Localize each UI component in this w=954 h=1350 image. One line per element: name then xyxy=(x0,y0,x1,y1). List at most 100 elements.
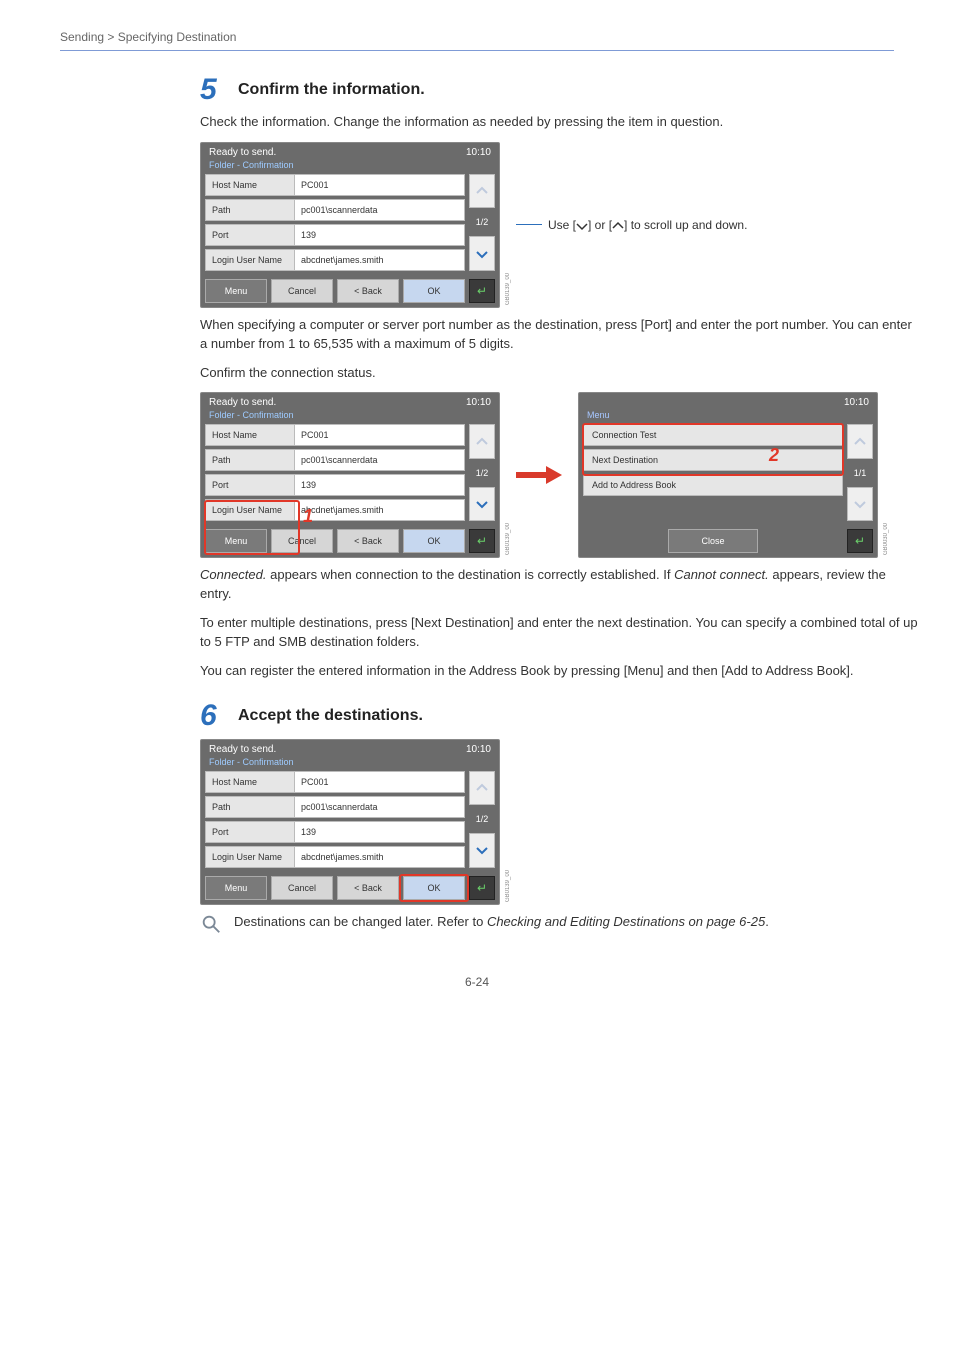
port-value: 139 xyxy=(295,821,465,843)
login-label: Login User Name xyxy=(205,499,295,521)
step-number-5: 5 xyxy=(200,75,226,105)
path-value: pc001\scannerdata xyxy=(295,449,465,471)
scroll-up-button[interactable] xyxy=(847,424,873,459)
field-row-path[interactable]: Path pc001\scannerdata xyxy=(205,199,465,221)
menu-item-connection-test[interactable]: Connection Test xyxy=(583,424,843,446)
spacer xyxy=(583,499,843,521)
chevron-down-icon xyxy=(476,498,488,510)
back-button[interactable]: < Back xyxy=(337,279,399,303)
port-label: Port xyxy=(205,224,295,246)
step6-title: Accept the destinations. xyxy=(238,701,423,725)
path-label: Path xyxy=(205,449,295,471)
cancel-button[interactable]: Cancel xyxy=(271,876,333,900)
scroll-down-button[interactable] xyxy=(469,487,495,522)
graphic-code: GB0030_00 xyxy=(883,523,889,555)
port-label: Port xyxy=(205,821,295,843)
menu-button[interactable]: Menu xyxy=(205,529,267,553)
panel-status: Ready to send. xyxy=(209,744,276,755)
ok-button[interactable]: OK xyxy=(403,876,465,900)
chevron-down-icon xyxy=(854,498,866,510)
scroll-up-button[interactable] xyxy=(469,424,495,459)
spacer xyxy=(583,529,664,553)
path-label: Path xyxy=(205,199,295,221)
enter-icon: ↵ xyxy=(477,284,487,298)
enter-button[interactable]: ↵ xyxy=(469,876,495,900)
chevron-up-icon xyxy=(612,220,624,232)
spacer xyxy=(762,529,843,553)
folder-confirmation-panel-3: Ready to send. 10:10 Folder - Confirmati… xyxy=(200,739,500,905)
menu-item-next-destination[interactable]: Next Destination xyxy=(583,449,843,471)
step6-note: Destinations can be changed later. Refer… xyxy=(234,913,769,932)
field-row-host[interactable]: Host Name PC001 xyxy=(205,424,465,446)
connected-note: Connected. appears when connection to th… xyxy=(200,566,920,604)
ok-button[interactable]: OK xyxy=(403,529,465,553)
close-button[interactable]: Close xyxy=(668,529,758,553)
folder-confirmation-panel-2: Ready to send. 10:10 Folder - Confirmati… xyxy=(200,392,500,558)
chevron-up-icon xyxy=(476,436,488,448)
panel-subtitle: Folder - Confirmation xyxy=(201,160,499,174)
field-row-login[interactable]: Login User Name abcdnet\james.smith xyxy=(205,499,465,521)
login-value: abcdnet\james.smith xyxy=(295,846,465,868)
scroll-down-button[interactable] xyxy=(847,487,873,522)
field-row-login[interactable]: Login User Name abcdnet\james.smith xyxy=(205,249,465,271)
host-name-value: PC001 xyxy=(295,174,465,196)
breadcrumb: Sending > Specifying Destination xyxy=(60,30,894,44)
cancel-button[interactable]: Cancel xyxy=(271,529,333,553)
panel-subtitle: Folder - Confirmation xyxy=(201,410,499,424)
confirm-status: Confirm the connection status. xyxy=(200,364,920,383)
host-name-label: Host Name xyxy=(205,424,295,446)
field-row-path[interactable]: Path pc001\scannerdata xyxy=(205,449,465,471)
step-number-6: 6 xyxy=(200,701,226,731)
scroll-up-button[interactable] xyxy=(469,174,495,209)
folder-confirmation-panel-1: Ready to send. 10:10 Folder - Confirmati… xyxy=(200,142,500,308)
panel-status: Ready to send. xyxy=(209,397,276,408)
back-button[interactable]: < Back xyxy=(337,529,399,553)
ok-button[interactable]: OK xyxy=(403,279,465,303)
field-row-port[interactable]: Port 139 xyxy=(205,224,465,246)
enter-button[interactable]: ↵ xyxy=(847,529,873,553)
divider xyxy=(60,50,894,51)
page-indicator: 1/1 xyxy=(847,462,873,484)
page-indicator: 1/2 xyxy=(469,808,495,830)
chevron-up-icon xyxy=(476,782,488,794)
host-name-label: Host Name xyxy=(205,771,295,793)
chevron-down-icon xyxy=(576,220,588,232)
arrow-right-icon xyxy=(516,468,562,482)
panel-subtitle: Menu xyxy=(579,410,877,424)
menu-button[interactable]: Menu xyxy=(205,279,267,303)
login-value: abcdnet\james.smith xyxy=(295,499,465,521)
scroll-annotation: Use [] or [] to scroll up and down. xyxy=(548,218,747,232)
graphic-code: GB0139_00 xyxy=(505,273,511,305)
back-button[interactable]: < Back xyxy=(337,876,399,900)
field-row-host[interactable]: Host Name PC001 xyxy=(205,174,465,196)
scroll-up-button[interactable] xyxy=(469,771,495,806)
login-value: abcdnet\james.smith xyxy=(295,249,465,271)
cancel-button[interactable]: Cancel xyxy=(271,279,333,303)
menu-button[interactable]: Menu xyxy=(205,876,267,900)
path-value: pc001\scannerdata xyxy=(295,199,465,221)
enter-button[interactable]: ↵ xyxy=(469,529,495,553)
panel-clock: 10:10 xyxy=(466,397,491,408)
enter-button[interactable]: ↵ xyxy=(469,279,495,303)
xref-link[interactable]: Checking and Editing Destinations on pag… xyxy=(487,914,765,929)
field-row-host[interactable]: Host NamePC001 xyxy=(205,771,465,793)
path-value: pc001\scannerdata xyxy=(295,796,465,818)
panel-status xyxy=(587,397,590,408)
field-row-port[interactable]: Port139 xyxy=(205,821,465,843)
scroll-down-button[interactable] xyxy=(469,833,495,868)
callout-1: 1 xyxy=(303,506,313,527)
field-row-port[interactable]: Port 139 xyxy=(205,474,465,496)
magnifier-icon xyxy=(200,913,222,935)
step5-prologue: Check the information. Change the inform… xyxy=(200,113,920,132)
multi-dest-note: To enter multiple destinations, press [N… xyxy=(200,614,920,652)
enter-icon: ↵ xyxy=(855,534,865,548)
scroll-down-button[interactable] xyxy=(469,236,495,271)
annotation-pointer: Use [] or [] to scroll up and down. xyxy=(516,218,747,232)
field-row-path[interactable]: Pathpc001\scannerdata xyxy=(205,796,465,818)
host-name-label: Host Name xyxy=(205,174,295,196)
menu-item-add-to-address-book[interactable]: Add to Address Book xyxy=(583,474,843,496)
enter-icon: ↵ xyxy=(477,881,487,895)
page-number: 6-24 xyxy=(60,975,894,989)
chevron-down-icon xyxy=(476,844,488,856)
field-row-login[interactable]: Login User Nameabcdnet\james.smith xyxy=(205,846,465,868)
